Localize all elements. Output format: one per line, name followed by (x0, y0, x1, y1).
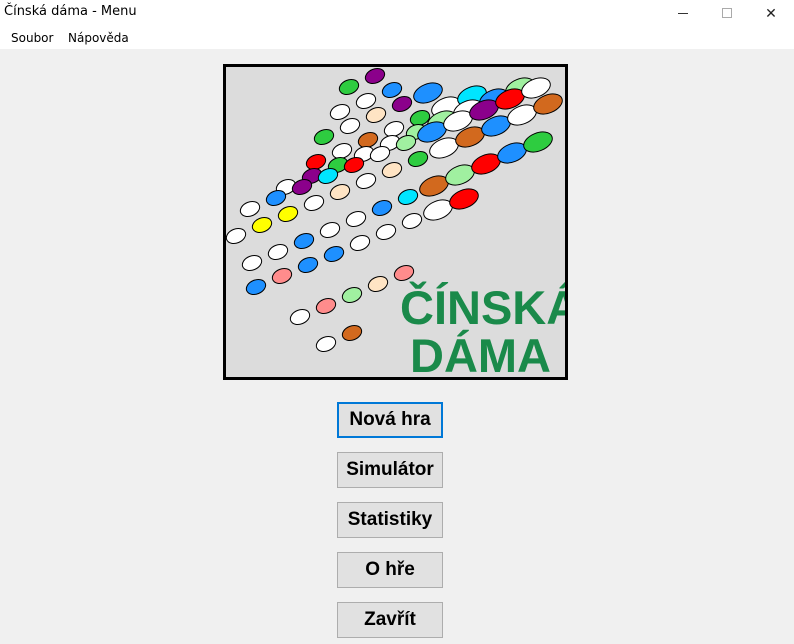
logo-peg (397, 189, 419, 205)
minimize-button[interactable] (660, 0, 706, 26)
logo-peg (345, 211, 367, 227)
menu-bar: Soubor Nápověda (0, 26, 794, 50)
logo-peg (401, 213, 423, 229)
logo-peg (277, 206, 299, 222)
game-logo: ČÍNSKÁ DÁMA (223, 64, 568, 380)
logo-peg (341, 325, 363, 341)
logo-peg (289, 309, 311, 325)
maximize-icon (722, 8, 732, 18)
logo-peg (329, 184, 351, 200)
logo-peg (241, 255, 263, 271)
logo-peg (245, 279, 267, 295)
logo-peg (303, 195, 325, 211)
logo-peg (267, 244, 289, 260)
logo-peg (338, 79, 360, 95)
logo-peg (375, 224, 397, 240)
logo-peg (315, 336, 337, 352)
logo-peg (315, 298, 337, 314)
title-bar: Čínská dáma - Menu ✕ (0, 0, 794, 26)
logo-peg (271, 268, 293, 284)
window-title: Čínská dáma - Menu (4, 4, 137, 19)
logo-peg (313, 129, 335, 145)
logo-peg (251, 217, 273, 233)
logo-peg (407, 151, 429, 167)
statistics-button[interactable]: Statistiky (337, 502, 443, 538)
logo-peg (226, 228, 247, 244)
minimize-icon (678, 12, 688, 14)
logo-peg (367, 276, 389, 292)
close-icon: ✕ (765, 4, 777, 21)
logo-peg (371, 200, 393, 216)
about-game-button[interactable]: O hře (337, 552, 443, 588)
logo-title-line1: ČÍNSKÁ (400, 281, 565, 334)
logo-peg (381, 162, 403, 178)
logo-image: ČÍNSKÁ DÁMA (226, 68, 565, 377)
logo-peg (355, 173, 377, 189)
maximize-button[interactable] (704, 0, 750, 26)
menu-napoveda[interactable]: Nápověda (66, 30, 131, 46)
logo-peg (341, 287, 363, 303)
close-button[interactable]: ✕ (748, 0, 794, 26)
logo-peg (293, 233, 315, 249)
logo-peg (323, 246, 345, 262)
logo-peg (349, 235, 371, 251)
logo-title-line2: DÁMA (410, 329, 551, 377)
logo-peg (297, 257, 319, 273)
simulator-button[interactable]: Simulátor (337, 452, 443, 488)
close-app-button[interactable]: Zavřít (337, 602, 443, 638)
new-game-button[interactable]: Nová hra (337, 402, 443, 438)
logo-peg (364, 68, 386, 84)
logo-peg (319, 222, 341, 238)
logo-peg (239, 201, 261, 217)
menu-soubor[interactable]: Soubor (9, 30, 55, 46)
